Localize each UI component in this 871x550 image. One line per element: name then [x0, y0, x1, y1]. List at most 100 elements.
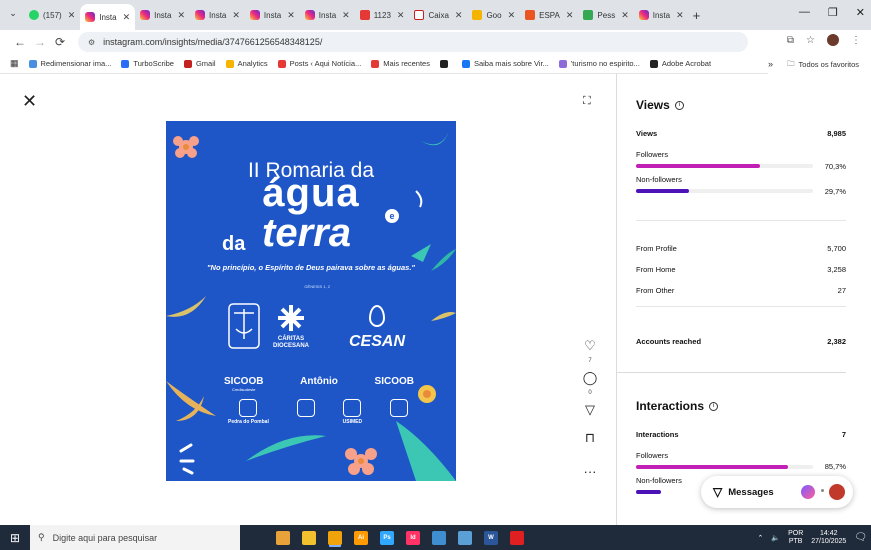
comment-icon[interactable]: ◯ [580, 368, 600, 388]
source-value: 3,258 [827, 265, 846, 274]
like-count: 7 [588, 358, 592, 364]
save-bookmark-icon[interactable]: ⊓ [580, 428, 600, 448]
instagram-icon [140, 10, 151, 20]
windows-taskbar: ⊞ ⚲ Digite aqui para pesquisar Ai Ps Id W ⌃… [0, 525, 871, 550]
bookmark-item[interactable]: Mais recentes [371, 59, 430, 68]
chevron-up-icon[interactable]: ⌃ [757, 534, 763, 542]
sponsor-logo: SICOOB Credisudeste [224, 376, 263, 392]
bookmark-item[interactable]: Gmail [183, 59, 216, 68]
bookmark-item[interactable]: 'turismo no espirito... [558, 59, 640, 68]
post-title-terra: terra [262, 211, 351, 255]
restore-button[interactable]: ❐ [828, 6, 838, 19]
photoshop-icon[interactable]: Ps [380, 530, 394, 545]
sponsor-logo: USIMED [343, 399, 362, 425]
apps-grid-icon[interactable]: ▦ [10, 58, 19, 69]
bookmark-item[interactable]: Adobe Acrobat [649, 59, 712, 68]
bookmark-item[interactable]: Redimensionar ima... [28, 59, 111, 68]
instagram-icon [85, 12, 96, 22]
info-icon[interactable]: i [709, 401, 719, 411]
notification-icon[interactable]: 🗨 [854, 532, 867, 543]
bookmarks-more-button[interactable]: » [768, 59, 773, 69]
close-tab-icon[interactable]: ✕ [508, 10, 516, 21]
illustrator-icon[interactable]: Ai [354, 530, 368, 545]
close-tab-icon[interactable]: ✕ [342, 10, 350, 21]
app-icon[interactable] [458, 530, 472, 545]
browser-tab-strip: ⌄ (157) ✕ Insta ✕ Insta ✕ Insta ✕ Insta ✕ Insta ✕ 11… [0, 0, 871, 30]
close-tab-icon[interactable]: ✕ [566, 10, 574, 21]
browser-tab[interactable]: Insta ✕ [300, 3, 355, 27]
close-insights-button[interactable]: ✕ [22, 92, 37, 110]
bookmark-item[interactable]: Posts ‹ Aqui Notícia... [277, 59, 361, 68]
browser-tab[interactable]: Insta ✕ [190, 3, 245, 27]
windows-start-icon[interactable]: ⊞ [0, 531, 30, 545]
bookmark-icon [121, 59, 130, 68]
minimize-button[interactable]: — [799, 6, 810, 19]
more-options-icon[interactable]: ··· [580, 462, 600, 482]
browser-tab[interactable]: (157) ✕ [24, 3, 80, 27]
bookmark-label: Adobe Acrobat [661, 59, 712, 68]
info-icon[interactable]: i [674, 100, 684, 110]
close-tab-icon[interactable]: ✕ [177, 10, 185, 21]
instagram-icon [249, 10, 260, 20]
volume-icon[interactable]: 🔈 [771, 534, 780, 542]
browser-tab[interactable]: 1123 ✕ [355, 3, 410, 27]
address-bar-row: ← → ⟳ ⚙ instagram.com/insights/media/374… [0, 30, 871, 54]
browser-tab[interactable]: Insta ✕ [634, 3, 689, 27]
browser-tab[interactable]: Pess ✕ [578, 3, 633, 27]
word-icon[interactable]: W [484, 530, 498, 545]
forward-arrow-icon[interactable]: → [30, 35, 50, 49]
bookmark-item[interactable]: Saiba mais sobre Vir... [461, 59, 549, 68]
views-total-value: 8,985 [827, 129, 846, 138]
back-arrow-icon[interactable]: ← [10, 35, 30, 49]
reload-icon[interactable]: ⟳ [50, 35, 70, 49]
close-window-button[interactable]: ✕ [856, 6, 865, 19]
source-label: From Other [636, 286, 675, 295]
site-settings-icon[interactable]: ⚙ [88, 38, 95, 47]
all-bookmarks-folder[interactable]: 🗀 Todos os favoritos [787, 58, 859, 71]
close-tab-icon[interactable]: ✕ [123, 12, 131, 23]
browser-tab[interactable]: Insta ✕ [80, 4, 136, 30]
profile-avatar[interactable] [827, 34, 839, 46]
views-heading: Views i [636, 98, 684, 112]
bookmark-item[interactable] [439, 59, 452, 68]
bookmark-item[interactable]: Analytics [225, 59, 268, 68]
install-app-icon[interactable]: ⧉ [787, 35, 794, 46]
acrobat-icon[interactable] [510, 530, 524, 545]
more-menu-icon[interactable]: ⋮ [851, 35, 861, 46]
url-field[interactable]: ⚙ instagram.com/insights/media/374766125… [78, 32, 748, 52]
close-tab-icon[interactable]: ✕ [397, 10, 405, 21]
app-icon[interactable] [276, 530, 290, 545]
like-heart-icon[interactable]: ♡ [580, 336, 600, 356]
tab-search-icon[interactable]: ⌄ [6, 8, 20, 22]
language-indicator[interactable]: POR PTB [788, 530, 803, 546]
close-tab-icon[interactable]: ✕ [232, 10, 240, 21]
share-send-icon[interactable]: ▽ [580, 400, 600, 420]
taskbar-search[interactable]: ⚲ Digite aqui para pesquisar [30, 525, 240, 550]
clock[interactable]: 14:42 27/10/2025 [811, 530, 846, 546]
indesign-icon[interactable]: Id [406, 530, 420, 545]
browser-tab[interactable]: Insta ✕ [135, 3, 190, 27]
close-tab-icon[interactable]: ✕ [455, 10, 463, 21]
bookmark-label: Saiba mais sobre Vir... [473, 59, 549, 68]
browser-tab[interactable]: Insta ✕ [245, 3, 300, 27]
bookmark-icon [558, 59, 567, 68]
water-drop-icon [369, 305, 385, 327]
messages-button[interactable]: ▽ Messages [701, 476, 853, 508]
bookmark-star-icon[interactable]: ☆ [806, 35, 815, 46]
search-icon: ⚲ [38, 532, 45, 542]
browser-tab[interactable]: Caixa ✕ [409, 3, 467, 27]
close-tab-icon[interactable]: ✕ [676, 10, 684, 21]
bookmark-item[interactable]: TurboScribe [121, 59, 174, 68]
close-tab-icon[interactable]: ✕ [621, 10, 629, 21]
browser-tab[interactable]: Goo ✕ [467, 3, 520, 27]
chrome-icon[interactable] [328, 530, 342, 545]
close-tab-icon[interactable]: ✕ [287, 10, 295, 21]
browser-tab[interactable]: ESPA ✕ [520, 3, 578, 27]
sponsor-name: Antônio [300, 376, 338, 387]
views-source-row: From Other 27 [636, 286, 846, 295]
file-explorer-icon[interactable] [302, 530, 316, 545]
close-tab-icon[interactable]: ✕ [68, 10, 76, 21]
expand-icon[interactable]: ⛶ [583, 95, 591, 108]
new-tab-button[interactable]: + [693, 8, 701, 23]
app-icon[interactable] [432, 530, 446, 545]
